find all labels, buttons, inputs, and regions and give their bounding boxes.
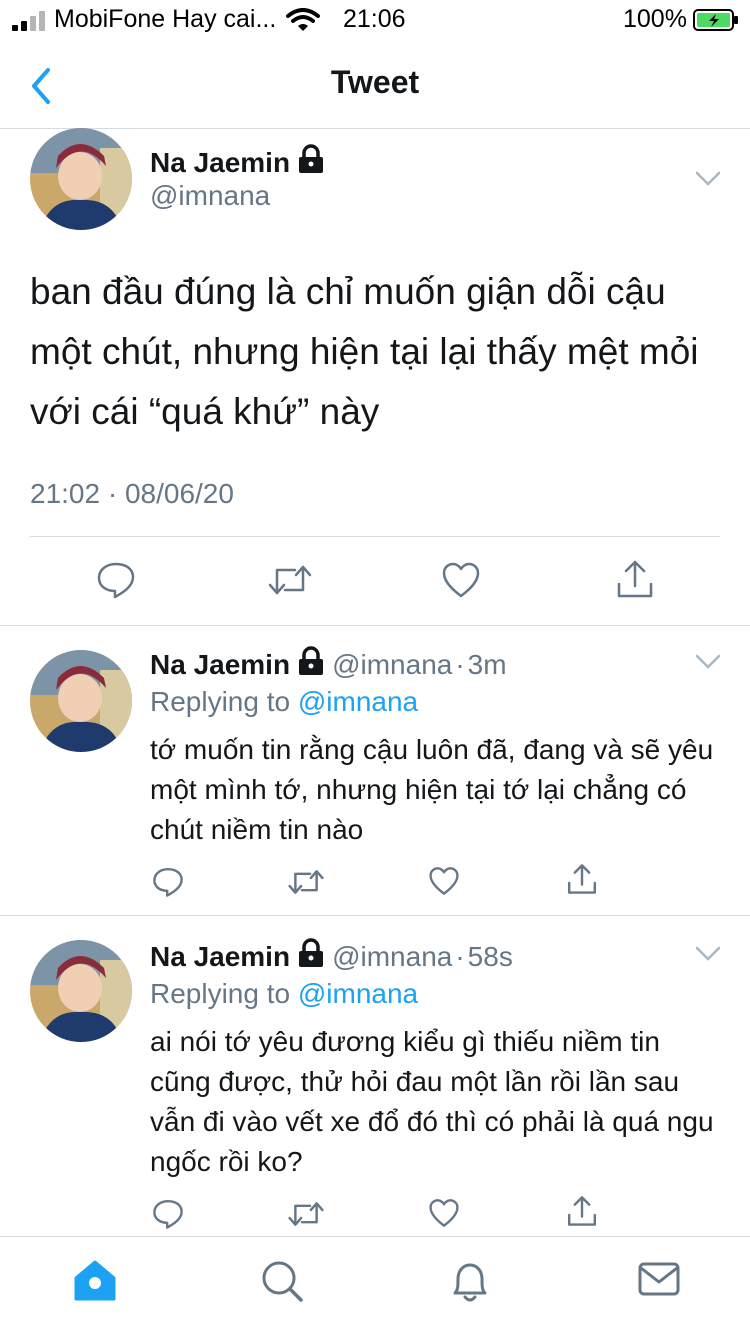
reply-author: Na Jaemin @imnana · 3m — [150, 646, 507, 681]
like-icon[interactable] — [441, 561, 481, 599]
author-handle[interactable]: @imnana — [332, 941, 452, 972]
page-title: Tweet — [330, 64, 420, 100]
replying-to: Replying to @imnana — [150, 978, 418, 1010]
reply-time: 3m — [467, 649, 507, 680]
divider — [0, 625, 750, 626]
meta-separator: · — [455, 941, 465, 972]
avatar-photo — [30, 650, 132, 752]
tab-bar — [0, 1236, 750, 1335]
battery-percent: 100% — [623, 5, 687, 33]
avatar[interactable] — [30, 128, 132, 230]
avatar-photo — [30, 128, 132, 230]
share-icon[interactable] — [566, 862, 598, 896]
reply-author: Na Jaemin @imnana · 58s — [150, 938, 513, 973]
replying-to-label: Replying to — [150, 978, 291, 1009]
tweet-text: ban đầu đúng là chỉ muốn giận dỗi cậu mộ… — [30, 271, 699, 432]
clock-label: 21:06 — [343, 5, 406, 33]
tweet-timestamp: 21:02 · 08/06/20 — [30, 478, 234, 509]
nav-bar: Tweet — [0, 40, 750, 129]
home-icon[interactable] — [72, 1259, 118, 1303]
share-icon[interactable] — [566, 1194, 598, 1228]
meta-separator: · — [455, 649, 465, 680]
like-icon[interactable] — [428, 1198, 460, 1228]
reply-icon[interactable] — [152, 866, 184, 898]
like-icon[interactable] — [428, 866, 460, 896]
carrier-label: MobiFone Hay cai... — [54, 5, 277, 33]
tweet-author: Na Jaemin — [150, 144, 330, 179]
divider — [30, 536, 720, 537]
retweet-icon[interactable] — [288, 1199, 324, 1229]
retweet-icon[interactable] — [288, 867, 324, 897]
signal-icon — [12, 11, 45, 31]
mention-link[interactable]: @imnana — [298, 686, 418, 717]
reply-text: ai nói tớ yêu đương kiểu gì thiếu niềm t… — [150, 1026, 714, 1177]
search-icon[interactable] — [260, 1259, 304, 1303]
notifications-icon[interactable] — [449, 1259, 491, 1305]
avatar-photo — [30, 940, 132, 1042]
reply-icon[interactable] — [96, 560, 136, 600]
reply-time: 58s — [467, 941, 513, 972]
messages-icon[interactable] — [637, 1259, 681, 1299]
chevron-down-icon[interactable] — [695, 946, 721, 962]
avatar[interactable] — [30, 940, 132, 1042]
avatar[interactable] — [30, 650, 132, 752]
share-icon[interactable] — [615, 558, 655, 600]
lock-icon — [299, 144, 324, 173]
replying-to: Replying to @imnana — [150, 686, 418, 718]
mention-link[interactable]: @imnana — [298, 978, 418, 1009]
author-name[interactable]: Na Jaemin — [150, 941, 290, 972]
lock-icon — [299, 646, 324, 675]
reply-text: tớ muốn tin rằng cậu luôn đã, đang và sẽ… — [150, 734, 714, 845]
chevron-down-icon[interactable] — [695, 654, 721, 670]
reply-icon[interactable] — [152, 1198, 184, 1230]
author-name[interactable]: Na Jaemin — [150, 147, 290, 178]
battery-icon — [693, 9, 738, 31]
chevron-down-icon[interactable] — [695, 171, 721, 187]
author-name[interactable]: Na Jaemin — [150, 649, 290, 680]
wifi-icon — [286, 8, 320, 31]
retweet-icon[interactable] — [268, 562, 312, 598]
author-handle[interactable]: @imnana — [332, 649, 452, 680]
divider — [0, 915, 750, 916]
lock-icon — [299, 938, 324, 967]
status-bar: MobiFone Hay cai... 21:06 100% — [0, 0, 750, 40]
author-handle[interactable]: @imnana — [150, 180, 270, 212]
replying-to-label: Replying to — [150, 686, 291, 717]
